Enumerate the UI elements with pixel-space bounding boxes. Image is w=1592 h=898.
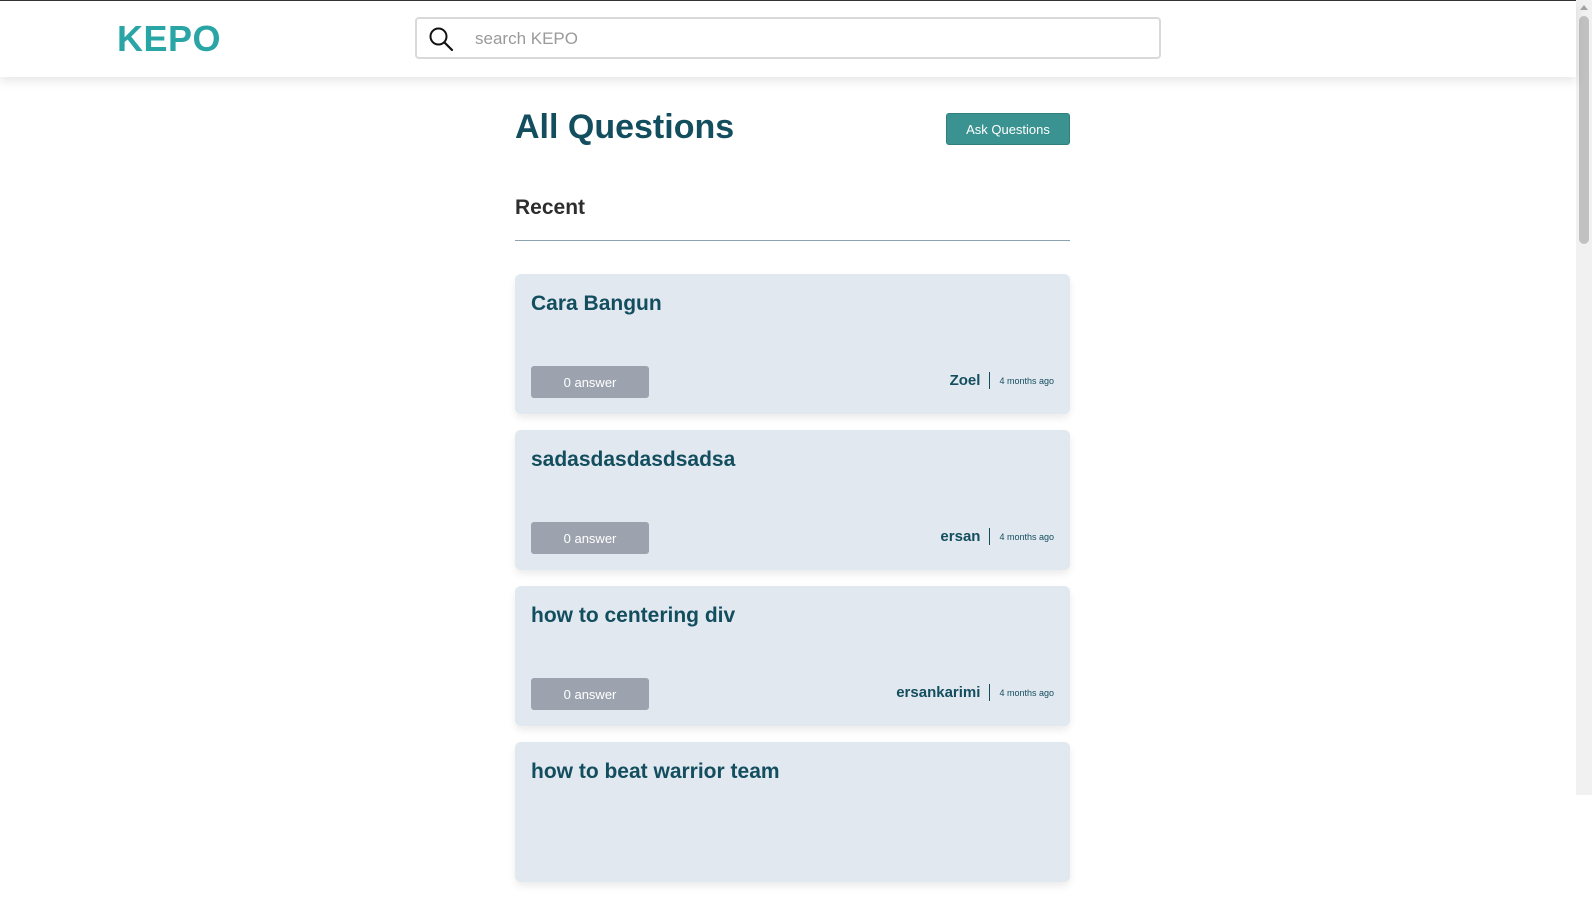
meta-separator: [989, 372, 991, 389]
question-time: 4 months ago: [999, 375, 1054, 386]
scrollbar[interactable]: [1576, 0, 1592, 795]
answer-count-button[interactable]: 0 answer: [531, 366, 649, 398]
question-author[interactable]: ersan: [940, 528, 980, 545]
search-box[interactable]: [415, 17, 1161, 59]
question-card[interactable]: sadasdasdasdsadsa 0 answer ersan 4 month…: [515, 430, 1070, 570]
divider: [515, 240, 1070, 241]
ask-questions-button[interactable]: Ask Questions: [946, 113, 1070, 145]
question-title[interactable]: how to centering div: [531, 604, 735, 628]
section-title-recent: Recent: [515, 196, 586, 219]
scroll-up-arrow-icon[interactable]: [1580, 5, 1588, 10]
question-time: 4 months ago: [999, 531, 1054, 542]
meta-separator: [989, 528, 991, 545]
question-list: Cara Bangun 0 answer Zoel 4 months ago s…: [515, 274, 1070, 898]
navbar: KEPO: [0, 1, 1576, 77]
question-meta: ersankarimi 4 months ago: [896, 684, 1054, 701]
scrollbar-thumb[interactable]: [1579, 16, 1589, 244]
question-card[interactable]: how to centering div 0 answer ersankarim…: [515, 586, 1070, 726]
question-card[interactable]: how to beat warrior team: [515, 742, 1070, 882]
answer-count-button[interactable]: 0 answer: [531, 678, 649, 710]
meta-separator: [989, 684, 991, 701]
question-author[interactable]: ersankarimi: [896, 684, 980, 701]
page-title: All Questions: [515, 108, 735, 146]
question-card[interactable]: Cara Bangun 0 answer Zoel 4 months ago: [515, 274, 1070, 414]
question-title[interactable]: how to beat warrior team: [531, 760, 780, 784]
search-input[interactable]: [473, 25, 1137, 53]
question-title[interactable]: sadasdasdasdsadsa: [531, 448, 735, 472]
logo[interactable]: KEPO: [117, 18, 221, 60]
question-meta: Zoel 4 months ago: [950, 372, 1054, 389]
answer-count-button[interactable]: 0 answer: [531, 522, 649, 554]
question-author[interactable]: Zoel: [950, 372, 981, 389]
question-meta: ersan 4 months ago: [940, 528, 1054, 545]
question-time: 4 months ago: [999, 687, 1054, 698]
question-title[interactable]: Cara Bangun: [531, 292, 662, 316]
search-icon: [429, 27, 454, 52]
